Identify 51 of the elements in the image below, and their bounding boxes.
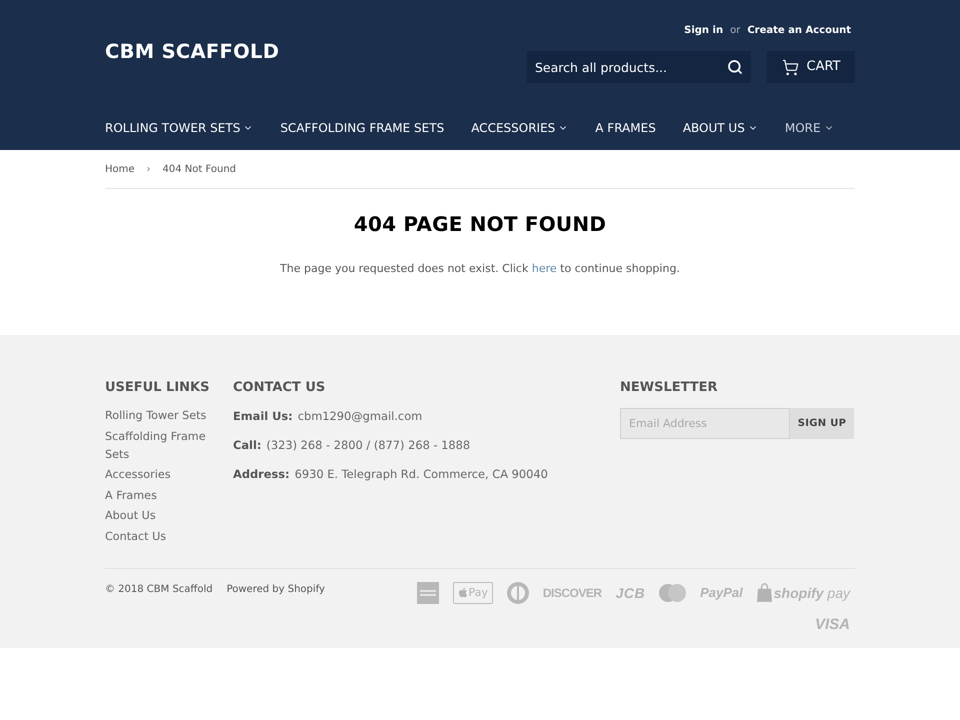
separator-text: or [730,24,740,38]
nav-link[interactable]: MORE [784,120,834,136]
split-circle-icon [506,582,529,604]
breadcrumb-link[interactable]: Home [105,162,135,177]
search-field[interactable]: Search all products... [527,51,751,83]
nav-link[interactable]: A FRAMES [595,120,656,136]
contact-label: Address: [233,466,290,483]
payment-label: DISCOVER [542,584,602,600]
page-title: 404 PAGE NOT FOUND [352,211,608,237]
nav-link[interactable]: ABOUT US [682,120,758,136]
overlapping-circles-icon [659,584,686,602]
contact-value: (323) 268 - 2800 / (877) 268 - 1888 [266,437,470,454]
cart-button[interactable]: CART [767,51,855,83]
search-button[interactable] [725,57,745,77]
nav-link[interactable]: SCAFFOLDING FRAME SETS [280,120,444,136]
nav-link[interactable]: ROLLING TOWER SETS [105,120,254,136]
payment-label: PayPal [700,584,743,602]
payment-label: VISA [814,616,850,634]
sign-up-button[interactable]: SIGN UP [790,408,854,439]
payment-label: JCB [616,584,646,602]
payment-label: shopify pay [774,584,850,602]
contact-value: cbm1290@gmail.com [298,408,422,425]
card-icon [416,582,438,604]
cart-icon [782,58,798,76]
footer-link[interactable]: Rolling Tower Sets [105,407,206,425]
apple-icon [458,587,468,598]
footer-link[interactable]: Scaffolding Frame Sets [105,428,221,464]
footer-heading: CONTACT US [233,379,326,397]
contact-label: Call: [233,437,262,454]
store-logo[interactable]: CBM SCAFFOLD [105,40,280,64]
footer-link[interactable]: Accessories [105,466,171,484]
footer-link[interactable]: A Frames [105,486,157,504]
footer-link[interactable]: Contact Us [105,528,166,546]
email-field[interactable]: Email Address [620,408,790,439]
contact-label: Email Us: [233,408,293,425]
footer-heading: NEWSLETTER [620,379,719,397]
payment-label: Pay [468,586,488,600]
footer-link[interactable]: About Us [105,507,156,525]
footer-heading: USEFUL LINKS [105,379,210,397]
shopping-bag-icon [756,583,772,602]
breadcrumb-current: 404 Not Found [162,163,236,177]
contact-value: 6930 E. Telegraph Rd. Commerce, CA 90040 [294,466,548,483]
nav-link[interactable]: ACCESSORIES [471,120,568,136]
account-link[interactable]: Sign in [684,24,724,38]
powered-by-link[interactable]: Powered by Shopify [226,582,325,598]
here-link[interactable]: here [532,262,557,275]
breadcrumb-separator: › [146,163,151,177]
copyright-text: © 2018 CBM Scaffold [105,582,213,596]
not-found-message: The page you requested does not exist. Click here to continue shopping. [280,261,680,277]
account-link[interactable]: Create an Account [747,24,851,38]
search-icon [727,59,743,75]
